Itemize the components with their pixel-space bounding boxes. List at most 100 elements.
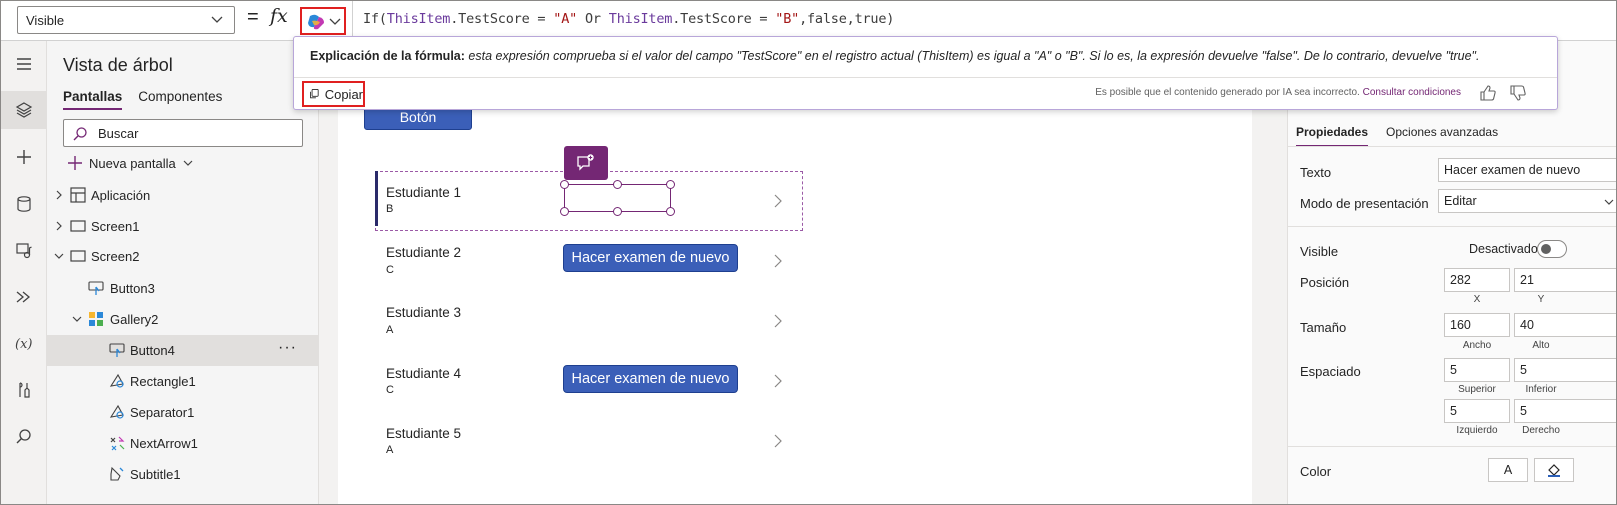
- visible-toggle[interactable]: [1537, 240, 1567, 258]
- tree-item-screen1[interactable]: Screen1: [47, 211, 319, 242]
- tree-item-screen2[interactable]: Screen2: [47, 241, 319, 272]
- tree-item-label: Screen1: [91, 219, 140, 234]
- gallery-item-score: C: [386, 264, 394, 276]
- chevron-right-icon: [56, 190, 62, 200]
- icon-control-icon: [110, 436, 125, 451]
- button-icon: [109, 343, 125, 357]
- property-dropdown[interactable]: Visible: [17, 6, 235, 34]
- thumbs-up-icon[interactable]: [1479, 84, 1497, 102]
- caption-right: Derecho: [1522, 425, 1560, 436]
- display-mode-value: Editar: [1444, 194, 1477, 208]
- padding-right-input[interactable]: 5: [1514, 399, 1617, 423]
- padding-top-input[interactable]: 5: [1444, 358, 1510, 382]
- tab-advanced[interactable]: Opciones avanzadas: [1386, 125, 1498, 147]
- tree-item-button4[interactable]: Button4 ···: [47, 335, 319, 366]
- tree-item-label: Gallery2: [110, 312, 159, 327]
- chevron-right-icon[interactable]: [773, 314, 783, 328]
- thumbs-down-icon[interactable]: [1509, 84, 1527, 102]
- layers-icon[interactable]: [0, 91, 47, 129]
- tree-item-gallery2[interactable]: Gallery2: [47, 304, 319, 335]
- media-icon[interactable]: [0, 231, 47, 269]
- formula-input[interactable]: If(ThisItem.TestScore = "A" Or ThisItem.…: [352, 1, 1617, 39]
- tree-item-subtitle1[interactable]: Subtitle1: [47, 459, 319, 490]
- label-icon: [110, 466, 124, 481]
- resize-handle[interactable]: [666, 207, 675, 216]
- tree-view-panel: Vista de árbol Pantallas Componentes Bus…: [47, 41, 319, 505]
- tree-item-separator1[interactable]: Separator1: [47, 397, 319, 428]
- tab-screens[interactable]: Pantallas: [63, 89, 123, 110]
- text-property-label: Texto: [1300, 165, 1332, 180]
- hamburger-icon[interactable]: [0, 45, 47, 83]
- resize-handle[interactable]: [560, 180, 569, 189]
- chevron-right-icon[interactable]: [773, 434, 783, 448]
- position-x-input[interactable]: 282: [1444, 268, 1510, 292]
- left-rail: (x): [0, 41, 47, 505]
- retake-exam-button[interactable]: Hacer examen de nuevo: [563, 244, 738, 272]
- text-property-input[interactable]: Hacer examen de nuevo: [1438, 158, 1617, 182]
- tree-search-input[interactable]: Buscar: [63, 119, 303, 147]
- plus-icon[interactable]: [0, 138, 47, 176]
- explanation-body: esta expresión comprueba si el valor del…: [468, 49, 1480, 63]
- tree-item-label: Button4: [130, 343, 175, 358]
- padding-left-input[interactable]: 5: [1444, 399, 1510, 423]
- chevron-right-icon[interactable]: [773, 374, 783, 388]
- position-label: Posición: [1300, 275, 1350, 290]
- app-icon: [70, 187, 86, 203]
- resize-handle[interactable]: [613, 207, 622, 216]
- divider: [1288, 146, 1617, 147]
- variables-icon[interactable]: (x): [0, 324, 47, 362]
- caption-bottom: Inferior: [1525, 384, 1557, 395]
- padding-bottom-input[interactable]: 5: [1514, 358, 1617, 382]
- fx-label: fx: [270, 5, 288, 27]
- formula-token: Or: [577, 11, 609, 27]
- explanation-label: Explicación de la fórmula:: [310, 49, 465, 63]
- resize-handle[interactable]: [560, 207, 569, 216]
- resize-handle[interactable]: [613, 180, 622, 189]
- tree-item-button3[interactable]: Button3: [47, 273, 319, 304]
- app-screen[interactable]: [338, 100, 1252, 505]
- gallery-item-name: Estudiante 3: [386, 305, 462, 320]
- display-mode-dropdown[interactable]: Editar: [1438, 189, 1617, 213]
- disclaimer-text: Es posible que el contenido generado por…: [1095, 87, 1360, 98]
- formula-text: If(ThisItem.TestScore = "A" Or ThisItem.…: [363, 11, 894, 27]
- tree-item-rectangle1[interactable]: Rectangle1: [47, 366, 319, 397]
- tree-item-label: Subtitle1: [130, 467, 181, 482]
- height-input[interactable]: 40: [1514, 313, 1617, 337]
- rectangle-icon: [109, 373, 124, 388]
- tab-properties[interactable]: Propiedades: [1296, 125, 1369, 147]
- caption-y: Y: [1537, 294, 1545, 305]
- gallery-icon: [89, 312, 103, 326]
- formula-bar: Visible = fx If(ThisItem.TestScore = "A"…: [0, 0, 1617, 41]
- copy-button[interactable]: Copiar: [302, 81, 365, 107]
- more-options-icon[interactable]: ···: [278, 339, 297, 357]
- resize-handle[interactable]: [666, 180, 675, 189]
- tree-tabs: Pantallas Componentes: [63, 89, 222, 110]
- tools-icon[interactable]: [0, 371, 47, 409]
- width-input[interactable]: 160: [1444, 313, 1510, 337]
- add-comment-button[interactable]: [564, 146, 608, 180]
- tree-item-label: Separator1: [130, 405, 195, 420]
- formula-token: "B": [775, 11, 800, 27]
- visible-label: Visible: [1300, 244, 1339, 259]
- chevron-right-icon[interactable]: [773, 194, 783, 208]
- retake-exam-button[interactable]: Hacer examen de nuevo: [563, 365, 738, 393]
- paint-bucket-icon: [1548, 464, 1560, 477]
- database-icon[interactable]: [0, 185, 47, 223]
- fill-color-swatch[interactable]: [1534, 458, 1574, 482]
- text-color-swatch[interactable]: A: [1488, 458, 1528, 482]
- explanation-text: Explicación de la fórmula: esta expresió…: [310, 49, 1479, 63]
- flow-icon[interactable]: [0, 278, 47, 316]
- chevron-right-icon[interactable]: [773, 254, 783, 268]
- gallery-item-name: Estudiante 2: [386, 245, 462, 260]
- terms-link[interactable]: Consultar condiciones: [1363, 87, 1461, 98]
- ai-disclaimer: Es posible que el contenido generado por…: [1095, 87, 1461, 98]
- gallery-item-name: Estudiante 4: [386, 366, 462, 381]
- tree-item-nextarrow1[interactable]: NextArrow1: [47, 428, 319, 459]
- tab-components[interactable]: Componentes: [138, 89, 222, 110]
- search-icon[interactable]: [0, 418, 47, 456]
- new-screen-button[interactable]: Nueva pantalla: [67, 155, 194, 171]
- formula-token: .TestScore =: [672, 11, 776, 27]
- position-y-input[interactable]: 21: [1514, 268, 1617, 292]
- copilot-button[interactable]: [300, 7, 346, 35]
- tree-item-app[interactable]: Aplicación: [47, 180, 319, 211]
